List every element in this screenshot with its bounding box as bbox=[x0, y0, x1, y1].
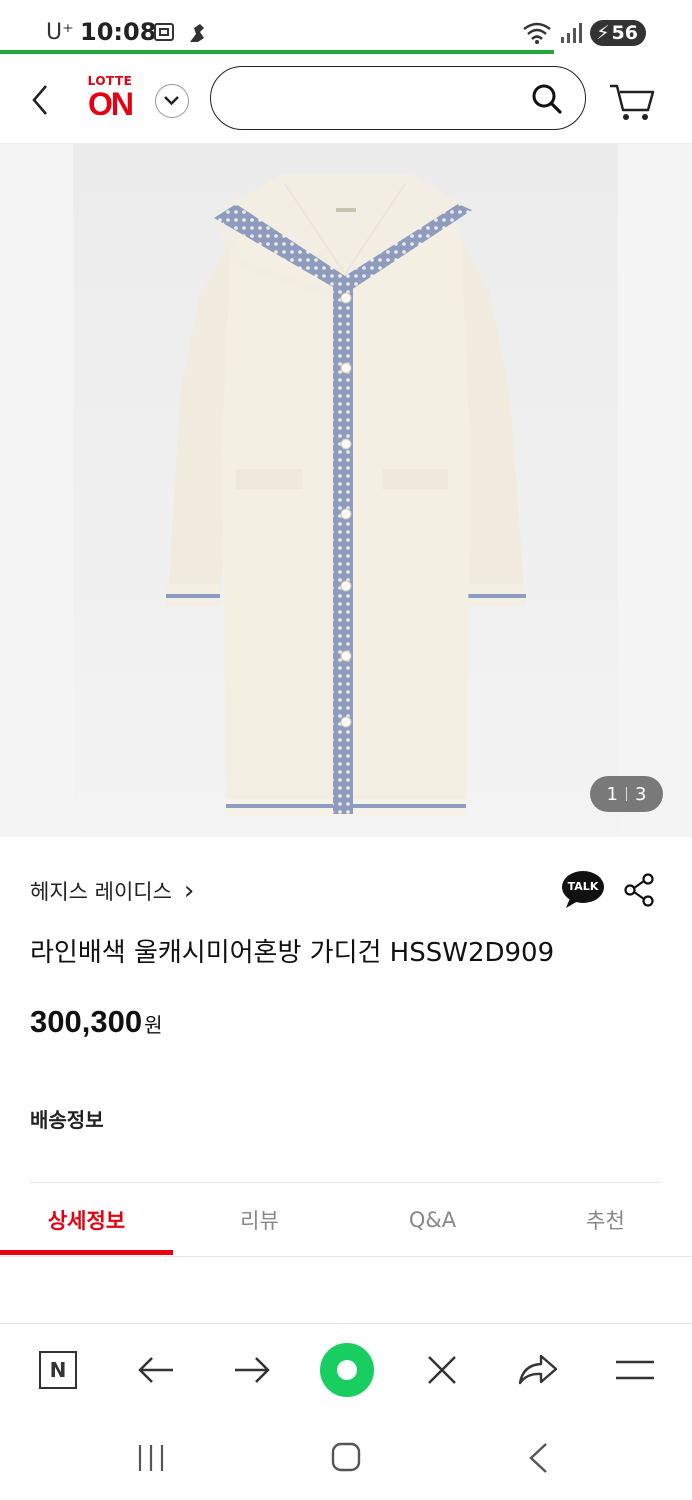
carrier-label: U⁺ bbox=[46, 20, 74, 45]
naver-n-icon: N bbox=[39, 1351, 77, 1389]
home-dot-icon[interactable] bbox=[320, 1343, 374, 1397]
talk-label: TALK bbox=[567, 880, 599, 893]
sports-icon bbox=[190, 24, 204, 42]
brand-link[interactable]: 헤지스 레이디스 › bbox=[30, 876, 194, 906]
forward-arrow-icon bbox=[235, 1357, 270, 1383]
wifi-icon bbox=[523, 22, 551, 44]
price: 300,300 원 bbox=[30, 1004, 162, 1040]
back-icon bbox=[32, 85, 47, 115]
kakao-talk-button[interactable]: TALK bbox=[560, 870, 606, 910]
price-currency: 원 bbox=[144, 1013, 163, 1037]
tab-qna[interactable]: Q&A bbox=[346, 1183, 519, 1257]
signal-icon bbox=[561, 23, 583, 43]
browser-back-button[interactable] bbox=[132, 1346, 180, 1394]
notification-icons bbox=[152, 20, 210, 46]
charging-icon: ⚡ bbox=[596, 22, 610, 44]
product-title: 라인배색 울캐시미어혼방 가디건 HSSW2D909 bbox=[30, 938, 555, 968]
image-counter-divider bbox=[626, 787, 627, 801]
shipping-info-heading: 배송정보 bbox=[30, 1108, 104, 1132]
naver-n-button[interactable]: N bbox=[34, 1346, 82, 1394]
back-arrow-icon bbox=[138, 1357, 173, 1383]
logo-dropdown-button[interactable] bbox=[155, 84, 189, 118]
naver-n-label: N bbox=[49, 1358, 67, 1382]
share-arrow-icon bbox=[518, 1354, 558, 1385]
recent-apps-icon[interactable] bbox=[136, 1443, 166, 1473]
browser-share-button[interactable] bbox=[514, 1346, 562, 1394]
share-icon[interactable] bbox=[622, 872, 656, 908]
image-counter-total: 3 bbox=[635, 783, 647, 805]
browser-forward-button[interactable] bbox=[228, 1346, 276, 1394]
battery-level: 56 bbox=[611, 22, 638, 44]
image-counter: 1 3 bbox=[590, 776, 663, 812]
app-header: LOTTE ON bbox=[0, 54, 692, 144]
detail-tabs: 상세정보 리뷰 Q&A 추천 bbox=[0, 1183, 692, 1257]
brand-name: 헤지스 레이디스 bbox=[30, 880, 172, 904]
product-image-gallery[interactable]: 1 3 bbox=[0, 144, 692, 837]
clock: 10:08 bbox=[80, 18, 157, 46]
menu-icon bbox=[616, 1360, 654, 1380]
lotte-on-logo[interactable]: LOTTE ON bbox=[80, 74, 140, 126]
tab-recommend[interactable]: 추천 bbox=[519, 1183, 692, 1257]
browser-menu-button[interactable] bbox=[611, 1346, 659, 1394]
cart-icon[interactable] bbox=[608, 80, 656, 122]
chevron-right-icon: › bbox=[183, 876, 195, 906]
home-icon[interactable] bbox=[330, 1441, 362, 1473]
close-icon bbox=[428, 1356, 456, 1384]
system-back-icon[interactable] bbox=[526, 1441, 550, 1475]
search-icon[interactable] bbox=[531, 83, 563, 115]
chevron-down-icon bbox=[164, 96, 179, 106]
tab-reviews[interactable]: 리뷰 bbox=[173, 1183, 346, 1257]
active-tab-indicator bbox=[0, 1250, 173, 1255]
system-navigation-bar bbox=[0, 1415, 692, 1500]
logo-main-text: ON bbox=[88, 86, 134, 122]
back-button[interactable] bbox=[26, 80, 56, 120]
image-counter-current: 1 bbox=[606, 783, 618, 805]
browser-toolbar: N bbox=[0, 1323, 692, 1415]
status-bar: U⁺ 10:08 ⚡ 56 bbox=[0, 0, 692, 52]
search-bar[interactable] bbox=[210, 66, 586, 130]
cardigan-product-image bbox=[166, 174, 526, 817]
screenshot-icon bbox=[154, 23, 174, 41]
browser-close-button[interactable] bbox=[418, 1346, 466, 1394]
battery-indicator: ⚡ 56 bbox=[590, 20, 646, 46]
search-input[interactable] bbox=[233, 81, 523, 115]
tab-details[interactable]: 상세정보 bbox=[0, 1183, 173, 1257]
system-icons: ⚡ 56 bbox=[522, 20, 646, 46]
price-value: 300,300 bbox=[30, 1004, 143, 1039]
